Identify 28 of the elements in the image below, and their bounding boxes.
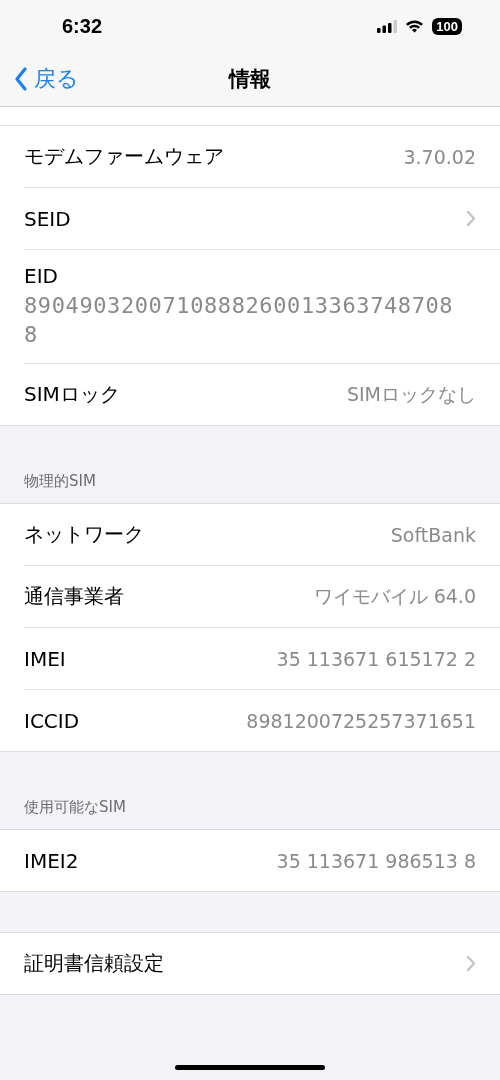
row-label: SEID (24, 206, 71, 231)
chevron-icon (466, 955, 476, 973)
row-label: ICCID (24, 708, 80, 733)
back-button[interactable]: 戻る (0, 64, 79, 94)
row-label: ネットワーク (24, 521, 144, 549)
row-value: SoftBank (390, 523, 476, 546)
row-label: EID (24, 264, 59, 288)
status-time: 6:32 (62, 14, 103, 38)
signal-icon (377, 19, 398, 33)
row-value: ワイモバイル 64.0 (313, 583, 476, 609)
row-label: モデムファームウェア (24, 143, 224, 170)
row-label: IMEI (24, 646, 66, 671)
row-label: 証明書信頼設定 (24, 950, 164, 978)
battery-indicator: 100 (432, 17, 462, 35)
back-chevron-icon (14, 67, 28, 91)
list-row[interactable]: SEID (24, 187, 500, 249)
row-value: 35 113671 986513 8 (276, 849, 476, 872)
row-label: 通信事業者 (24, 583, 124, 611)
row-value: 89049032007108882600133637487088 (24, 292, 454, 349)
row-value: 8981200725257371651 (246, 709, 476, 732)
chevron-icon (466, 210, 476, 227)
row-label: IMEI2 (24, 848, 79, 873)
screen-title: 情報 (229, 66, 271, 93)
row-value: 3.70.02 (403, 145, 476, 168)
row-label: SIMロック (24, 381, 120, 409)
row-value: 35 113671 615172 2 (276, 647, 476, 670)
row-value: SIMロックなし (346, 381, 476, 407)
wifi-icon (405, 19, 425, 33)
